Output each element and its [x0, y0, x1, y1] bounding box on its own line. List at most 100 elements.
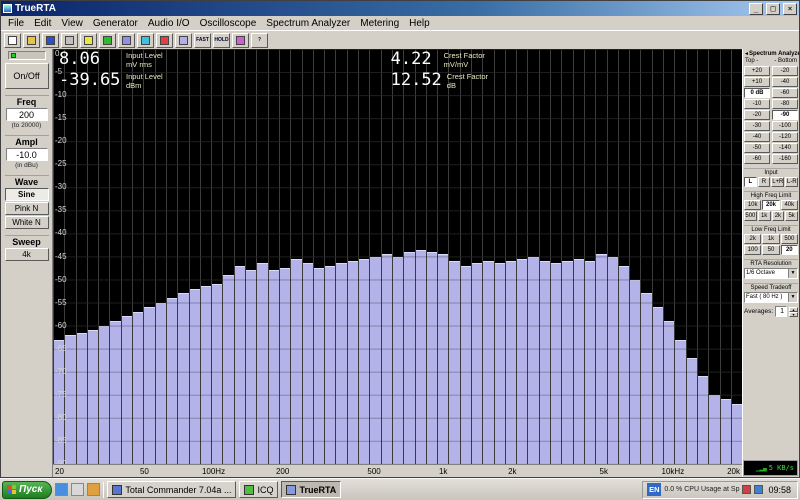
language-indicator[interactable]: EN — [647, 483, 661, 496]
task-button-icq[interactable]: ICQ — [239, 481, 278, 498]
rta-bar — [325, 266, 335, 464]
db-top-button--20[interactable]: -20 — [744, 110, 770, 120]
menu-item-metering[interactable]: Metering — [355, 18, 404, 29]
high-freq-button-10k[interactable]: 10k — [744, 200, 761, 210]
db-bottom-button--160[interactable]: -160 — [772, 154, 798, 164]
minimize-button[interactable]: _ — [749, 3, 763, 15]
low-freq-button-2k[interactable]: 2k — [744, 234, 761, 244]
freq-field[interactable]: 200 — [6, 108, 48, 121]
wave-button-sine[interactable]: Sine — [5, 188, 49, 201]
high-freq-button-20k[interactable]: 20k — [762, 200, 779, 210]
x-axis-label: 20k — [727, 467, 740, 476]
y-axis-label: -55 — [55, 299, 67, 307]
rta-resolution-dropdown[interactable]: 1/6 Octave ▼ — [744, 268, 798, 279]
low-freq-button-500[interactable]: 500 — [781, 234, 798, 244]
rta-bar-slot — [302, 49, 313, 464]
save-icon[interactable] — [42, 33, 59, 48]
averages-field[interactable]: 1 — [775, 306, 787, 317]
menu-item-generator[interactable]: Generator — [88, 18, 143, 29]
rta-bar-slot — [177, 49, 188, 464]
wave-button-pink-n[interactable]: Pink N — [5, 202, 49, 215]
print-icon[interactable] — [61, 33, 78, 48]
fast-average-button[interactable]: FAST — [194, 33, 211, 48]
menu-item-spectrum-analyzer[interactable]: Spectrum Analyzer — [261, 18, 355, 29]
print-icon — [65, 36, 74, 45]
db-bottom-button--100[interactable]: -100 — [772, 121, 798, 131]
low-freq-button-1k[interactable]: 1k — [762, 234, 779, 244]
analyzer-panel-title: Spectrum Analyzer — [749, 51, 799, 57]
quick-launch-browser-icon[interactable] — [55, 483, 68, 496]
averages-spinner[interactable]: ▲▼ — [789, 307, 798, 317]
quick-launch-folder-icon[interactable] — [87, 483, 100, 496]
quick-launch-desktop-icon[interactable] — [71, 483, 84, 496]
start-button[interactable]: Пуск — [2, 481, 52, 499]
rta-bar — [223, 275, 233, 464]
maximize-button[interactable]: □ — [766, 3, 780, 15]
low-freq-button-100[interactable]: 100 — [744, 245, 761, 255]
low-freq-buttons: 2k1k500 1005020 — [744, 234, 798, 255]
meter-icon[interactable] — [156, 33, 173, 48]
high-freq-button-5k[interactable]: 5k — [785, 211, 798, 221]
menu-item-view[interactable]: View — [56, 18, 88, 29]
menu-item-help[interactable]: Help — [404, 18, 435, 29]
rta-bar — [472, 263, 482, 464]
input-button-l+r[interactable]: L+R — [771, 177, 784, 187]
crest-factor-readouts: 4.22 Crest Factor mV/mV 12.52 Crest Fact… — [391, 51, 488, 90]
hold-button[interactable]: HOLD — [213, 33, 230, 48]
low-freq-button-20[interactable]: 20 — [781, 245, 798, 255]
high-freq-button-1k[interactable]: 1k — [758, 211, 771, 221]
low-freq-button-50[interactable]: 50 — [762, 245, 779, 255]
calibration-icon[interactable] — [232, 33, 249, 48]
db-bottom-button--140[interactable]: -140 — [772, 143, 798, 153]
x-axis-label: 50 — [140, 467, 149, 476]
menu-item-edit[interactable]: Edit — [29, 18, 56, 29]
generator-icon[interactable] — [80, 33, 97, 48]
task-button-total-commander-7-04a-[interactable]: Total Commander 7.04a ... — [107, 481, 236, 498]
db-top-button--50[interactable]: -50 — [744, 143, 770, 153]
new-file-icon[interactable] — [4, 33, 21, 48]
rta-bar — [483, 261, 493, 464]
db-top-button--40[interactable]: -40 — [744, 132, 770, 142]
db-top-button-+20[interactable]: +20 — [744, 66, 770, 76]
oscilloscope-icon[interactable] — [99, 33, 116, 48]
tray-volume-icon[interactable] — [754, 485, 763, 494]
spectrum-analyzer-icon[interactable] — [118, 33, 135, 48]
task-button-truerta[interactable]: TrueRTA — [281, 481, 341, 498]
db-top-button-+10[interactable]: +10 — [744, 77, 770, 87]
ampl-field[interactable]: -10.0 — [6, 148, 48, 161]
menu-item-file[interactable]: File — [3, 18, 29, 29]
db-top-button--30[interactable]: -30 — [744, 121, 770, 131]
x-axis-label: 10kHz — [662, 467, 685, 476]
db-bottom-button--120[interactable]: -120 — [772, 132, 798, 142]
menu-item-oscilloscope[interactable]: Oscilloscope — [195, 18, 262, 29]
input-level-mv-unit: mV rms — [126, 61, 163, 70]
input-button-r[interactable]: R — [758, 177, 771, 187]
db-top-button-0-db[interactable]: 0 dB — [744, 88, 770, 98]
menu-item-audio-i-o[interactable]: Audio I/O — [143, 18, 195, 29]
high-freq-button-40k[interactable]: 40k — [781, 200, 798, 210]
spinner-down-icon[interactable]: ▼ — [789, 312, 798, 317]
dual-trace-icon[interactable] — [137, 33, 154, 48]
bar-display-icon[interactable] — [175, 33, 192, 48]
tray-antivirus-icon[interactable] — [742, 485, 751, 494]
sweep-4k-button[interactable]: 4k — [5, 248, 49, 261]
input-button-l-r[interactable]: L-R — [785, 177, 798, 187]
help-button[interactable]: ? — [251, 33, 268, 48]
speed-tradeoff-dropdown[interactable]: Fast ( 80 Hz ) ▼ — [744, 292, 798, 303]
db-top-button--60[interactable]: -60 — [744, 154, 770, 164]
input-button-l[interactable]: L — [744, 177, 757, 187]
open-folder-icon[interactable] — [23, 33, 40, 48]
db-bottom-button--40[interactable]: -40 — [772, 77, 798, 87]
rta-bar-slot — [640, 49, 651, 464]
high-freq-button-500[interactable]: 500 — [744, 211, 757, 221]
rta-bar — [336, 263, 346, 464]
db-bottom-button--60[interactable]: -60 — [772, 88, 798, 98]
high-freq-button-2k[interactable]: 2k — [772, 211, 785, 221]
db-top-button--10[interactable]: -10 — [744, 99, 770, 109]
db-bottom-button--90[interactable]: -90 — [772, 110, 798, 120]
wave-button-white-n[interactable]: White N — [5, 216, 49, 229]
db-bottom-button--20[interactable]: -20 — [772, 66, 798, 76]
generator-on-off-button[interactable]: On/Off — [5, 63, 49, 89]
db-bottom-button--80[interactable]: -80 — [772, 99, 798, 109]
close-button[interactable]: × — [783, 3, 797, 15]
